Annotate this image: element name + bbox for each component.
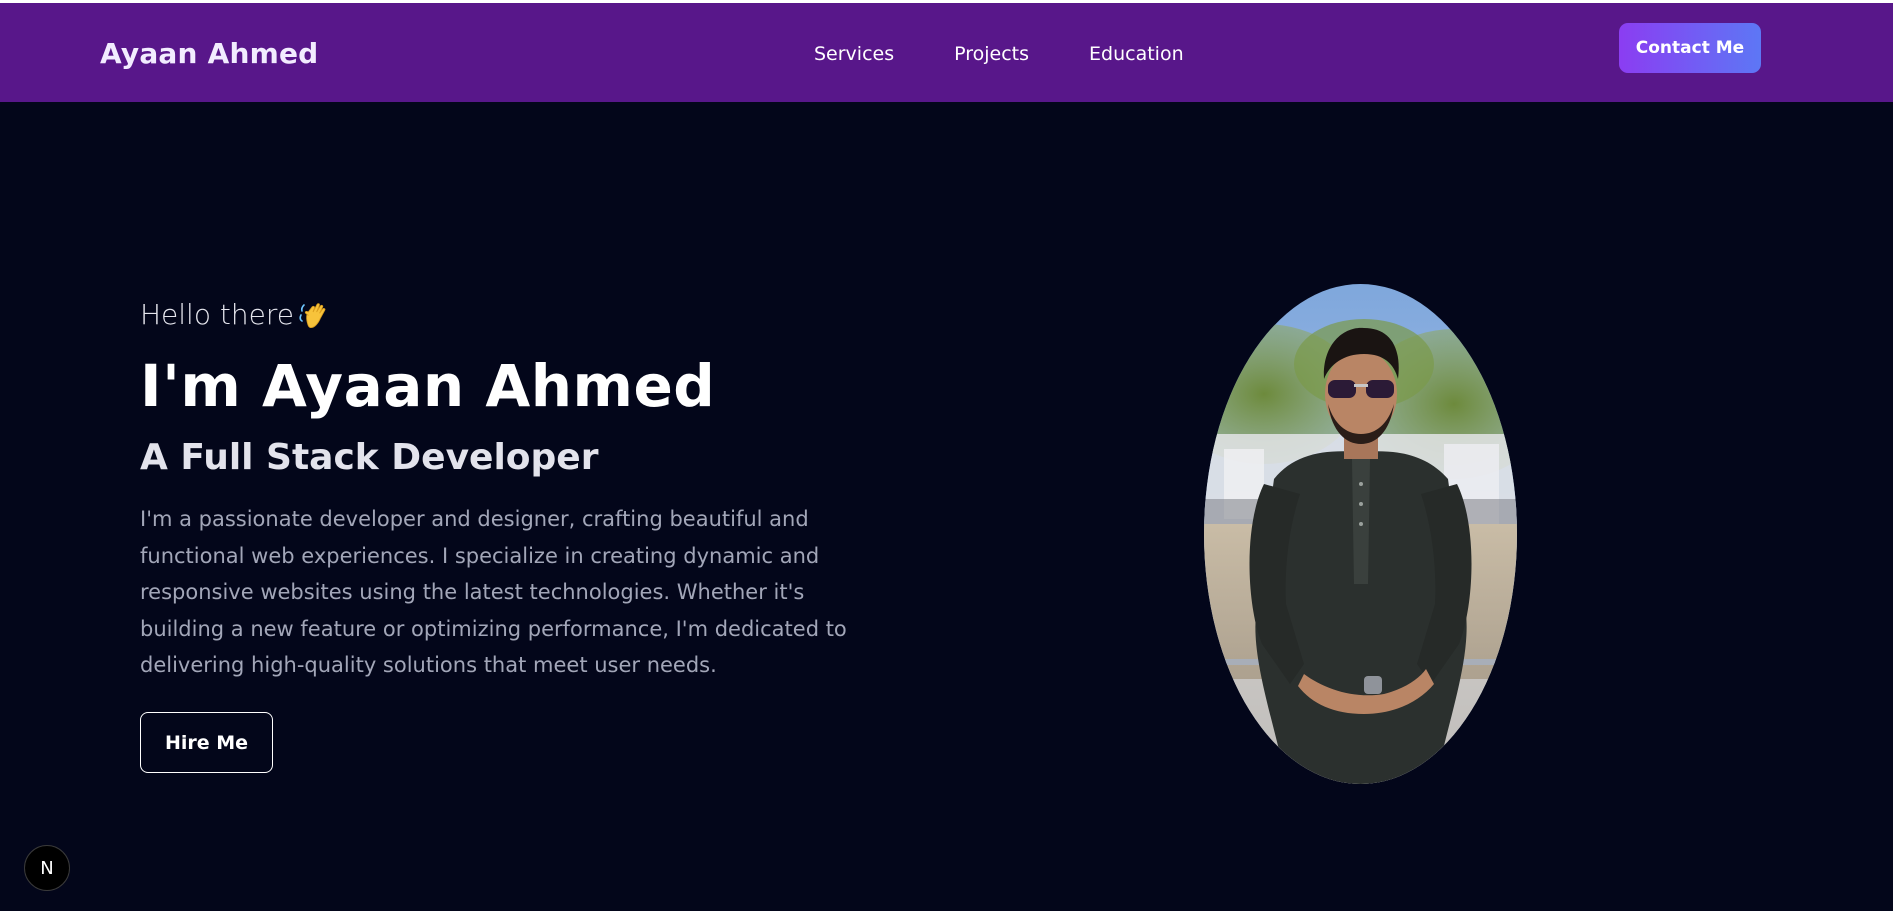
nav-link-services[interactable]: Services (814, 43, 894, 65)
greeting: Hello there (140, 298, 330, 331)
contact-me-button[interactable]: Contact Me (1619, 23, 1761, 73)
hero-section: Hello there I'm Ayaan Ahmed A Full Stack… (0, 102, 1893, 911)
dev-tools-badge[interactable]: N (24, 845, 70, 891)
navbar: Ayaan Ahmed Services Projects Education … (0, 3, 1893, 102)
waving-hand-icon (298, 299, 330, 331)
nav-link-education[interactable]: Education (1089, 43, 1184, 65)
hero-name-heading: I'm Ayaan Ahmed (140, 352, 716, 420)
brand-logo[interactable]: Ayaan Ahmed (100, 37, 318, 70)
greeting-text: Hello there (140, 298, 294, 331)
profile-photo (1204, 284, 1517, 784)
nav-links: Services Projects Education (814, 43, 1184, 65)
hire-me-button[interactable]: Hire Me (140, 712, 273, 773)
nav-link-projects[interactable]: Projects (954, 43, 1029, 65)
hero-role: A Full Stack Developer (140, 437, 599, 478)
hero-bio: I'm a passionate developer and designer,… (140, 507, 847, 677)
